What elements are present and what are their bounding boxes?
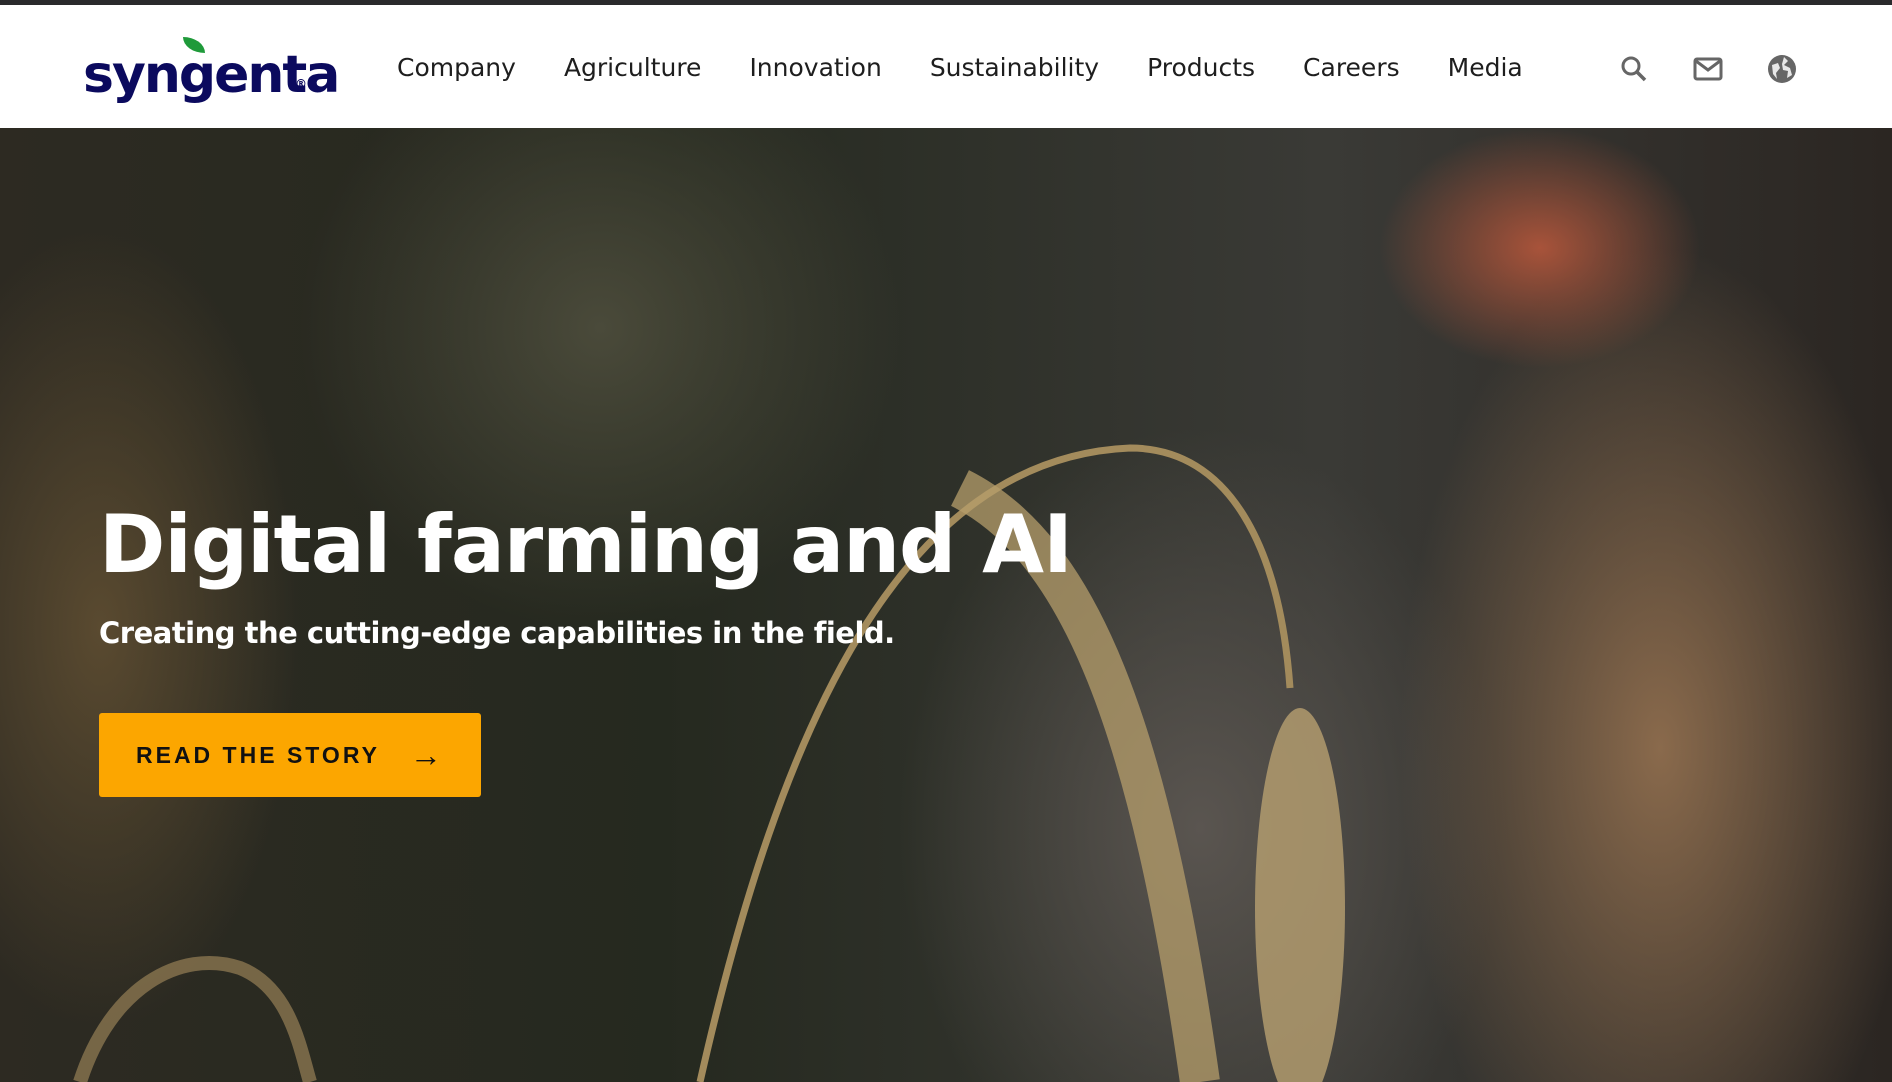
nav-company[interactable]: Company: [397, 53, 516, 82]
registered-mark: ®: [295, 77, 307, 91]
nav-sustainability[interactable]: Sustainability: [930, 53, 1099, 82]
search-icon[interactable]: [1618, 53, 1650, 85]
cta-label: READ THE STORY: [136, 741, 380, 768]
hero-title: Digital farming and AI: [99, 498, 1073, 591]
hero-subtitle: Creating the cutting-edge capabilities i…: [99, 616, 895, 650]
arrow-right-icon: →: [409, 736, 442, 773]
logo-text: syngenta: [83, 45, 340, 105]
nav-careers[interactable]: Careers: [1303, 53, 1400, 82]
site-header: syngenta ® Company Agriculture Innovatio…: [0, 5, 1892, 128]
nav-products[interactable]: Products: [1147, 53, 1255, 82]
nav-agriculture[interactable]: Agriculture: [564, 53, 702, 82]
nav-media[interactable]: Media: [1448, 53, 1523, 82]
read-the-story-button[interactable]: READ THE STORY →: [99, 713, 481, 797]
nav-innovation[interactable]: Innovation: [749, 53, 881, 82]
hero-banner: Digital farming and AI Creating the cutt…: [0, 128, 1892, 1082]
wheat-image: [73, 444, 1345, 1082]
globe-icon[interactable]: [1766, 53, 1798, 85]
mail-icon[interactable]: [1692, 53, 1724, 85]
syngenta-logo[interactable]: syngenta ®: [83, 37, 340, 107]
main-nav: Company Agriculture Innovation Sustainab…: [397, 53, 1571, 82]
